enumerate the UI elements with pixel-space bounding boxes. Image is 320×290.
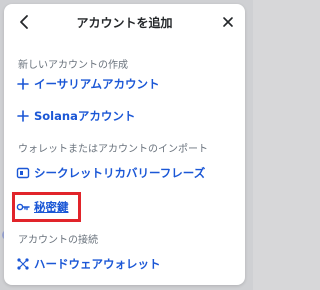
add-account-modal: アカウントを追加 新しいアカウントの作成 イーサリアムアカウント Solanaア… (4, 4, 245, 285)
modal-header: アカウントを追加 (4, 4, 245, 40)
modal-title: アカウントを追加 (76, 16, 173, 30)
import-srp-label: シークレットリカバリーフレーズ (34, 166, 206, 180)
connect-hardware-wallet-label: ハードウェアウォレット (34, 257, 161, 271)
section-connect-label: アカウントの接続 (18, 235, 98, 246)
private-key-highlight-box (12, 192, 81, 222)
add-ethereum-account-button[interactable]: イーサリアムアカウント (16, 76, 159, 92)
section-import-label: ウォレットまたはアカウントのインポート (18, 144, 208, 155)
plus-icon (16, 77, 30, 91)
hardware-icon (16, 257, 30, 271)
add-solana-account-button[interactable]: Solanaアカウント (16, 108, 135, 124)
import-srp-button[interactable]: シークレットリカバリーフレーズ (16, 165, 205, 181)
close-icon (219, 17, 237, 34)
add-ethereum-account-label: イーサリアムアカウント (34, 77, 160, 91)
close-button[interactable] (219, 13, 237, 31)
plus-icon (16, 109, 30, 123)
section-create-label: 新しいアカウントの作成 (18, 60, 128, 71)
connect-hardware-wallet-button[interactable]: ハードウェアウォレット (16, 256, 161, 272)
add-solana-account-label: Solanaアカウント (34, 109, 136, 123)
document-icon (16, 166, 30, 180)
